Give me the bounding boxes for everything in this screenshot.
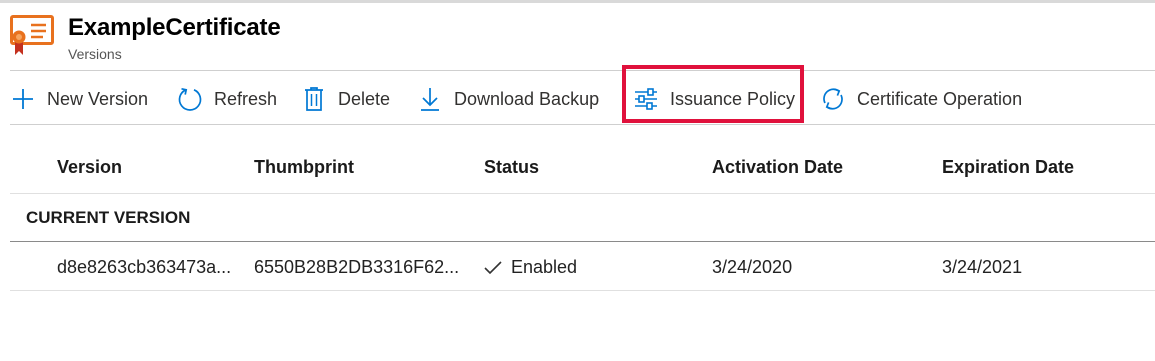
toolbar-divider: [10, 124, 1155, 125]
refresh-label: Refresh: [214, 88, 278, 109]
column-header-activation-date[interactable]: Activation Date: [712, 157, 843, 178]
delete-button[interactable]: Delete: [301, 74, 390, 124]
page-subtitle: Versions: [68, 46, 122, 62]
status-text: Enabled: [511, 257, 578, 277]
new-version-label: New Version: [47, 88, 149, 109]
sync-icon: [820, 86, 846, 112]
group-divider: [10, 241, 1155, 242]
cell-status: Enabled: [483, 257, 577, 278]
certificate-operation-button[interactable]: Certificate Operation: [820, 74, 1022, 124]
command-bar: New Version Refresh Delete Download Back…: [10, 65, 1155, 124]
issuance-policy-label: Issuance Policy: [670, 88, 796, 109]
download-backup-label: Download Backup: [454, 88, 600, 109]
window-top-border: [0, 0, 1155, 3]
plus-icon: [10, 86, 36, 112]
cell-version[interactable]: d8e8263cb363473a...: [57, 257, 231, 278]
group-label-current-version: CURRENT VERSION: [26, 208, 191, 227]
issuance-policy-button[interactable]: Issuance Policy: [633, 74, 795, 124]
table-header-divider: [10, 193, 1155, 194]
download-backup-button[interactable]: Download Backup: [417, 74, 599, 124]
column-header-status[interactable]: Status: [484, 157, 539, 178]
page-title: ExampleCertificate: [68, 14, 281, 41]
cell-expiration-date: 3/24/2021: [942, 257, 1023, 277]
row-divider: [10, 290, 1155, 291]
refresh-button[interactable]: Refresh: [177, 74, 277, 124]
column-header-expiration-date[interactable]: Expiration Date: [942, 157, 1074, 178]
page-header: ExampleCertificate Versions: [10, 12, 1150, 62]
cell-thumbprint: 6550B28B2DB3316F62...: [254, 257, 460, 277]
cell-activation-date: 3/24/2020: [712, 257, 793, 277]
refresh-icon: [177, 86, 203, 112]
certificate-icon: [10, 15, 54, 57]
checkmark-icon: [484, 260, 502, 274]
new-version-button[interactable]: New Version: [10, 74, 148, 124]
delete-label: Delete: [338, 88, 391, 109]
column-header-version[interactable]: Version: [57, 157, 122, 178]
download-icon: [417, 86, 443, 112]
header-divider: [10, 70, 1155, 71]
trash-icon: [301, 86, 327, 112]
certificate-operation-label: Certificate Operation: [857, 88, 1023, 109]
sliders-icon: [633, 86, 659, 112]
column-header-thumbprint[interactable]: Thumbprint: [254, 157, 354, 178]
